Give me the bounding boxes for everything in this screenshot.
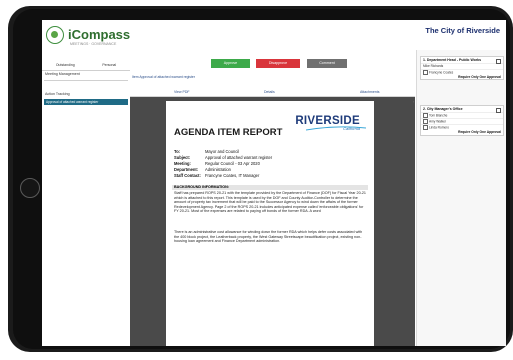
approval-step-2: 2. City Manager's Office Tom Blanche Amy… (420, 105, 504, 136)
approver-name: Amy Walker (429, 119, 447, 124)
app-tagline: MEETINGS · GOVERNANCE (70, 42, 117, 46)
pdf-viewer[interactable]: RIVERSIDE California AGENDA ITEM REPORT … (130, 97, 415, 346)
organization-title: The City of Riverside (425, 26, 500, 35)
report-meta: To: Mayor and Council Subject: Approval … (174, 149, 272, 179)
top-bar: iCompass MEETINGS · GOVERNANCE The City … (42, 20, 506, 50)
sidebar-tabs: Outstanding Personal (42, 63, 130, 69)
riverside-swoosh-icon (306, 126, 366, 131)
item-title: Item Approval of attached warrant regist… (132, 75, 195, 79)
edit-box-icon[interactable] (496, 108, 501, 113)
approval-requirement: Require Only One Approval (458, 130, 501, 135)
approval-step-title-text: 1. Department Head - Public Works (423, 58, 482, 62)
check-icon (423, 125, 428, 131)
background-paragraph: Staff has prepared ROPS 20-21 with the t… (174, 191, 366, 214)
meta-value: Francyne Coates, IT Manager (205, 173, 260, 178)
check-icon (423, 113, 428, 119)
agenda-document-page: RIVERSIDE California AGENDA ITEM REPORT … (166, 101, 374, 346)
approver-name: Francyne Coates (429, 69, 454, 74)
home-button[interactable] (20, 178, 40, 198)
sidebar-section-meeting-management[interactable]: Meeting Management (45, 72, 80, 76)
tab-view-pdf[interactable]: View PDF (174, 90, 190, 94)
app-name: iCompass (68, 27, 131, 42)
approval-requirement: Require Only One Approval (458, 74, 501, 79)
check-icon (423, 119, 428, 125)
sidebar-item-active[interactable]: Approval of attached warrant register (44, 99, 128, 105)
check-icon (423, 69, 428, 75)
sidebar-tabs-divider (42, 70, 130, 71)
approvals-panel: ‹ 1. Department Head - Public Works Mike… (413, 50, 506, 346)
app-logo[interactable]: iCompass MEETINGS · GOVERNANCE (46, 24, 130, 46)
approval-step-title-text: 2. City Manager's Office (423, 107, 463, 111)
action-buttons: Approve Disapprove Comment (130, 59, 415, 69)
tab-personal[interactable]: Personal (102, 63, 116, 69)
left-sidebar: Outstanding Personal Meeting Management … (42, 50, 131, 346)
background-section-header: BACKGROUND INFORMATION: (172, 185, 368, 190)
approve-button[interactable]: Approve (211, 59, 250, 68)
main-content: Approve Disapprove Comment Item Approval… (130, 50, 415, 346)
view-tabs: View PDF Details Attachments (130, 88, 415, 97)
sidebar-section-action-tracking[interactable]: Action Tracking (45, 92, 70, 96)
meta-row: Staff Contact: Francyne Coates, IT Manag… (174, 173, 272, 179)
approval-step-1: 1. Department Head - Public Works Mike R… (420, 56, 504, 81)
tablet-frame: iCompass MEETINGS · GOVERNANCE The City … (8, 6, 513, 352)
tab-attachments[interactable]: Attachments (360, 90, 379, 94)
comment-button[interactable]: Comment (307, 59, 347, 68)
collapse-arrow-icon[interactable]: ‹ (413, 99, 417, 105)
meta-key: Staff Contact: (174, 173, 201, 178)
icompass-logo-icon (46, 26, 64, 44)
app-screen: iCompass MEETINGS · GOVERNANCE The City … (42, 20, 506, 346)
tab-details[interactable]: Details (264, 90, 275, 94)
report-title: AGENDA ITEM REPORT (174, 127, 283, 138)
cost-paragraph: There is an administrative cost allowanc… (174, 230, 363, 244)
edit-box-icon[interactable] (496, 59, 501, 64)
sidebar-divider (44, 80, 128, 81)
disapprove-button[interactable]: Disapprove (256, 59, 300, 68)
approver-name: Linda Romero (429, 125, 450, 130)
approver-name: Tom Blanche (429, 113, 448, 118)
tab-outstanding[interactable]: Outstanding (56, 63, 75, 69)
